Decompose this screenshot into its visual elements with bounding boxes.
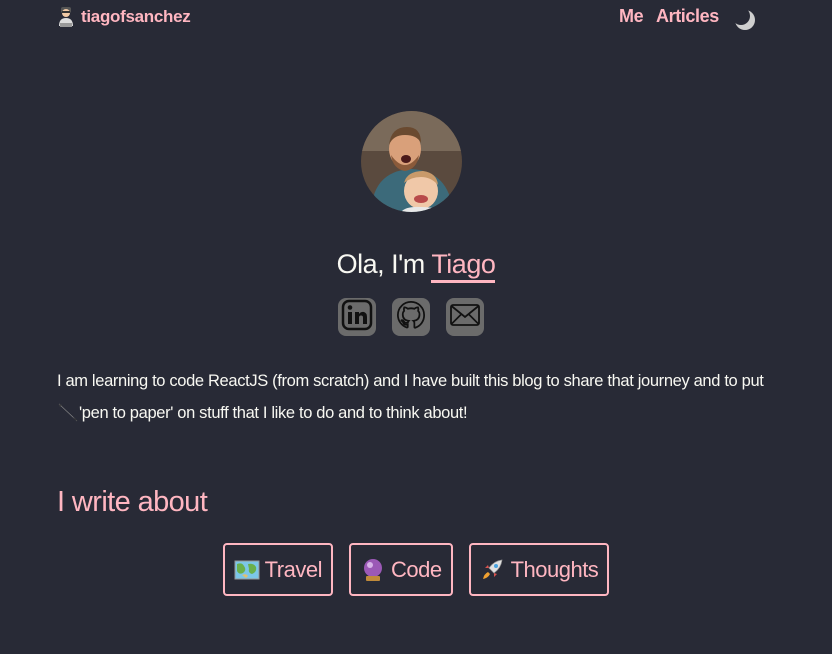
linkedin-icon	[341, 299, 373, 336]
email-link[interactable]	[446, 298, 484, 336]
brand-label: tiagofsanchez	[81, 7, 191, 26]
intro-paragraph: I am learning to code ReactJS (from scra…	[57, 365, 777, 429]
topics-section-title: I write about	[57, 486, 208, 518]
moon-icon[interactable]	[733, 8, 757, 32]
topic-code-button[interactable]: Code	[348, 543, 453, 596]
linkedin-link[interactable]	[338, 298, 376, 336]
topic-thoughts-label: Thoughts	[510, 556, 599, 582]
greeting-name: Tiago	[431, 249, 496, 283]
github-icon	[396, 300, 426, 335]
page: tiagofsanchez Me Articles Ola, I'm Tiago…	[0, 0, 832, 654]
brand-link[interactable]: tiagofsanchez	[57, 6, 191, 28]
github-link[interactable]	[392, 298, 430, 336]
nav-me-link[interactable]: Me	[619, 6, 644, 27]
rocket-icon	[480, 558, 506, 582]
greeting-heading: Ola, I'm Tiago	[0, 249, 832, 283]
profile-avatar	[361, 111, 462, 212]
pen-icon	[57, 401, 79, 422]
email-icon	[449, 302, 481, 333]
topic-travel-button[interactable]: Travel	[222, 543, 333, 596]
intro-line-1: I am learning to code ReactJS (from scra…	[57, 372, 764, 390]
topic-thoughts-button[interactable]: Thoughts	[468, 543, 610, 596]
topic-code-label: Code	[390, 556, 442, 582]
developer-avatar-icon	[57, 6, 75, 28]
nav-articles-link[interactable]: Articles	[656, 6, 719, 27]
intro-line-2: 'pen to paper' on stuff that I like to d…	[79, 404, 468, 422]
greeting-prefix: Ola, I'm	[336, 249, 432, 279]
topic-list: Travel Code Thoughts	[0, 543, 832, 596]
topic-travel-label: Travel	[264, 556, 323, 582]
social-links	[338, 298, 484, 336]
map-icon	[234, 558, 260, 582]
crystal-ball-icon	[360, 558, 386, 582]
